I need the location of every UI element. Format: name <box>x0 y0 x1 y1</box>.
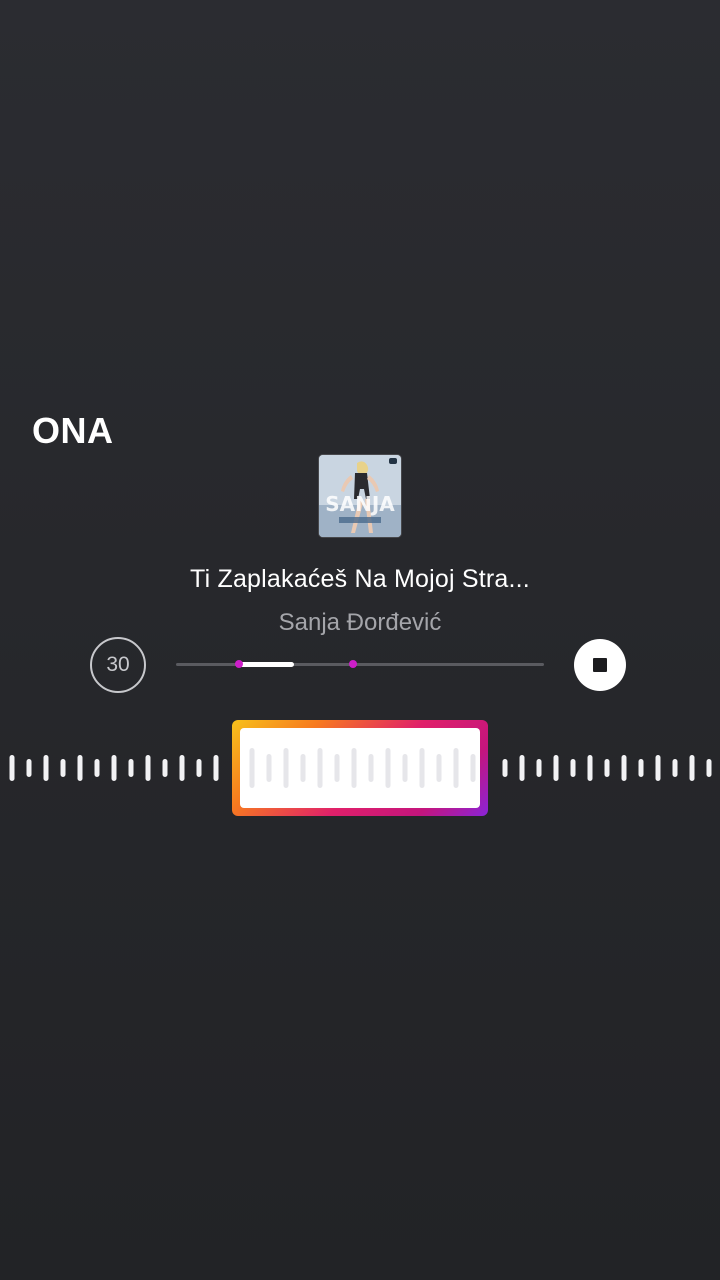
waveform-bar <box>587 755 593 781</box>
svg-text:SANJA: SANJA <box>325 492 395 516</box>
waveform-bar <box>536 759 542 777</box>
timeline-selected-clip <box>238 662 294 667</box>
stop-icon <box>593 658 607 672</box>
artist-name: Sanja Đorđević <box>278 609 442 636</box>
clip-duration-button[interactable]: 30 <box>90 637 146 693</box>
waveform-bar <box>689 755 695 781</box>
waveform-bar <box>111 755 117 781</box>
waveform-bar <box>672 759 678 777</box>
timeline-clip-start-marker <box>234 660 243 668</box>
waveform-bar <box>128 759 134 777</box>
waveform-bar <box>60 759 66 777</box>
selected-waveform-bar <box>368 754 374 782</box>
waveform-bar <box>9 755 15 781</box>
waveform-bar <box>43 755 49 781</box>
selected-waveform-bar <box>266 754 272 782</box>
selected-waveform-bar <box>300 754 306 782</box>
selected-waveform-bar <box>351 748 357 788</box>
song-timeline[interactable] <box>176 660 544 668</box>
selected-waveform-bar <box>317 748 323 788</box>
story-editor-screen: ONA SANJA Ti Zaplakaćeš Na Mojoj Stra...… <box>0 0 720 1280</box>
selected-waveform-bar <box>334 754 340 782</box>
timeline-playhead-marker <box>348 660 357 668</box>
selected-waveform-bar <box>419 748 425 788</box>
waveform-bar <box>162 759 168 777</box>
waveform-bar <box>179 755 185 781</box>
clip-selection-window-inner <box>240 728 480 808</box>
waveform-bar <box>145 755 151 781</box>
waveform-bar <box>77 755 83 781</box>
waveform-bar <box>638 759 644 777</box>
waveform-bar <box>94 759 100 777</box>
selected-waveform-bar <box>249 748 255 788</box>
selected-waveform-bar <box>470 754 476 782</box>
clip-duration-label: 30 <box>106 653 130 676</box>
song-title: Ti Zaplakaćeš Na Mojoj Stra... <box>190 565 530 593</box>
clip-selection-window[interactable] <box>232 720 488 816</box>
text-sticker[interactable]: ONA <box>32 409 114 453</box>
stop-button[interactable] <box>574 639 626 691</box>
waveform-bar <box>519 755 525 781</box>
waveform-bar <box>553 755 559 781</box>
selected-waveform-bar <box>402 754 408 782</box>
waveform-bar <box>621 755 627 781</box>
waveform-bar <box>502 759 508 777</box>
waveform-bar <box>26 759 32 777</box>
waveform-bar <box>604 759 610 777</box>
album-cover-image: SANJA <box>319 455 401 537</box>
selected-waveform-bar <box>283 748 289 788</box>
waveform-bar <box>706 759 712 777</box>
waveform-bar <box>655 755 661 781</box>
waveform-bar <box>213 755 219 781</box>
waveform-bar <box>196 759 202 777</box>
selected-waveform-bar <box>385 748 391 788</box>
selected-waveform-bar <box>453 748 459 788</box>
waveform-bar <box>570 759 576 777</box>
selected-waveform-bar <box>436 754 442 782</box>
album-art: SANJA <box>319 455 401 537</box>
selected-waveform-bars <box>249 748 476 788</box>
